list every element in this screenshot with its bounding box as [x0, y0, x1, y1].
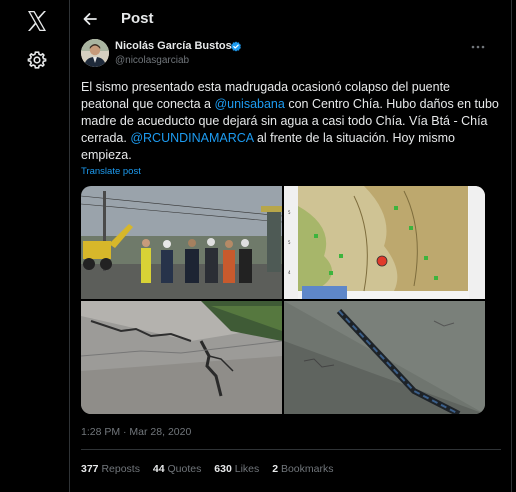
post-timestamp[interactable]: 1:28 PM · Mar 28, 2020: [81, 426, 191, 438]
x-logo-icon[interactable]: [25, 9, 49, 33]
photo-cracked-pavement[interactable]: [81, 301, 282, 414]
photo-seismic-map[interactable]: 5 5 4: [284, 186, 485, 299]
mention-link[interactable]: @RCUNDINAMARCA: [130, 131, 253, 145]
reposts-stat[interactable]: 377 Reposts: [81, 463, 140, 475]
author-name[interactable]: Nicolás García Bustos: [115, 40, 232, 52]
post-detail-column: Post Nicolás García Bustos @nicolasgarci…: [70, 0, 512, 492]
left-nav-rail: [0, 0, 70, 492]
arrow-left-icon[interactable]: [80, 9, 100, 29]
page-title: Post: [121, 10, 154, 27]
verified-badge-icon: [230, 40, 242, 52]
post-text: El sismo presentado esta madrugada ocasi…: [81, 79, 501, 164]
photo-pipe-damage[interactable]: [284, 301, 485, 414]
media-grid: 5 5 4: [81, 186, 485, 414]
avatar[interactable]: [81, 39, 109, 67]
mention-link[interactable]: @unisabana: [214, 97, 284, 111]
bookmarks-stat[interactable]: 2 Bookmarks: [272, 463, 333, 475]
author-handle[interactable]: @nicolasgarciab: [115, 55, 189, 66]
quotes-stat[interactable]: 44 Quotes: [153, 463, 201, 475]
photo-bridge-site-workers[interactable]: [81, 186, 282, 299]
translate-post-link[interactable]: Translate post: [81, 166, 141, 177]
post-header: Post: [70, 0, 512, 38]
post-stats: 377 Reposts 44 Quotes 630 Likes 2 Bookma…: [81, 463, 343, 475]
likes-stat[interactable]: 630 Likes: [214, 463, 259, 475]
divider: [81, 449, 501, 450]
more-options-icon[interactable]: [470, 40, 486, 52]
gear-icon[interactable]: [27, 50, 47, 70]
right-gutter: [512, 0, 516, 492]
